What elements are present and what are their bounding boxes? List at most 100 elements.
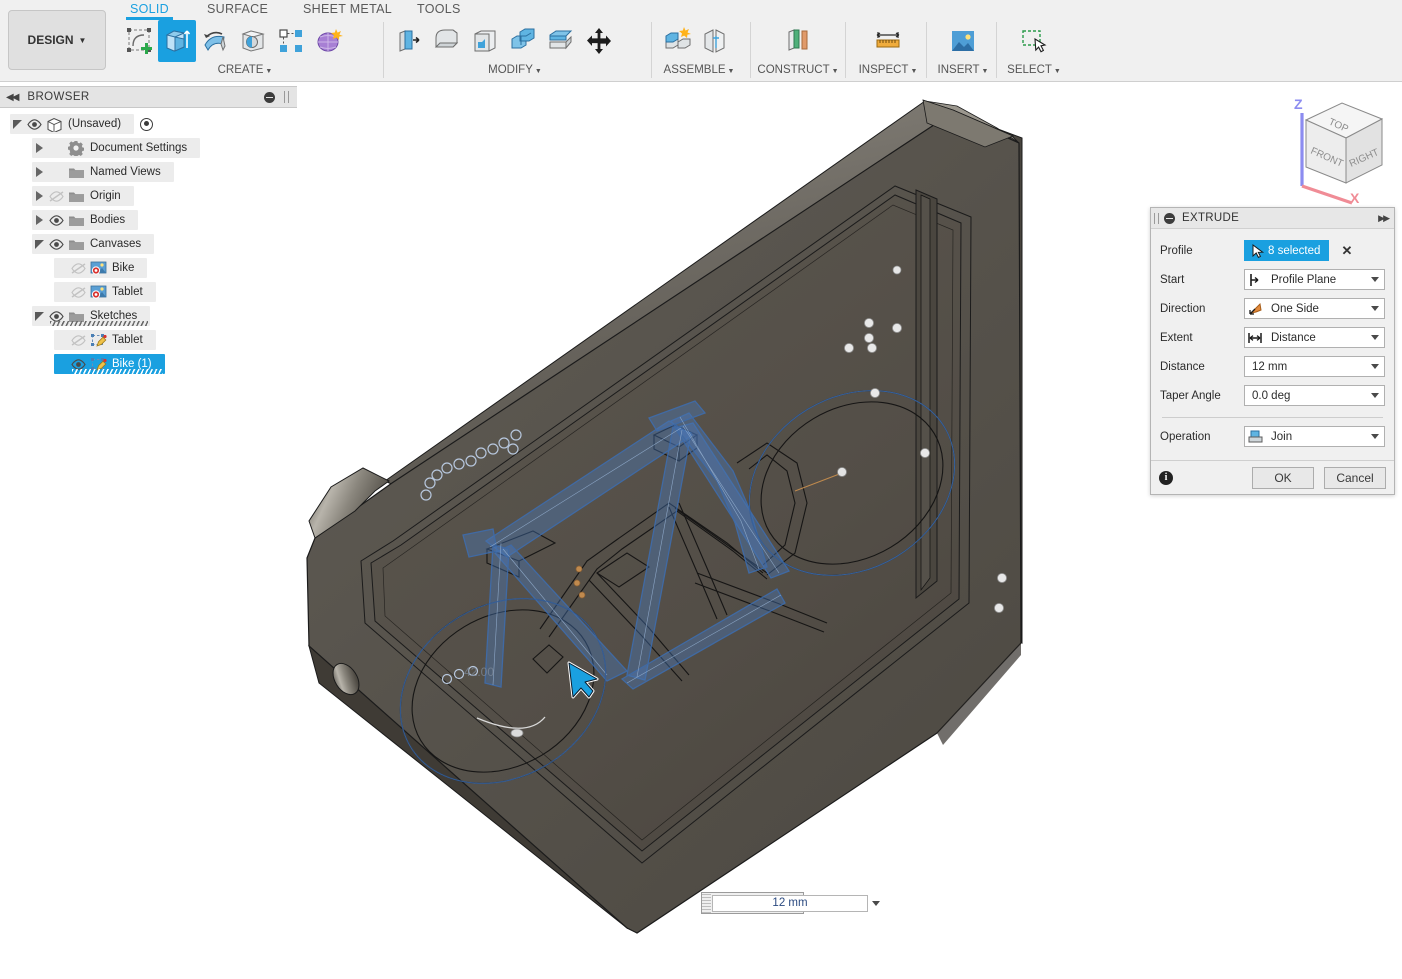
collapse-left-icon[interactable]: ◀◀	[6, 92, 19, 103]
browser-row-sketches: Sketches	[0, 304, 297, 328]
toolbar-group-assemble-label[interactable]: ASSEMBLE ▼	[658, 64, 740, 76]
visibility-eye-off-icon[interactable]	[68, 282, 88, 302]
measure-icon[interactable]	[869, 20, 907, 62]
visibility-eye-off-icon[interactable]	[68, 258, 88, 278]
dimension-handle	[510, 728, 524, 738]
browser-item-canvases[interactable]: Canvases	[32, 234, 155, 254]
select-arrow-icon	[1248, 243, 1268, 258]
browser-item-sketches[interactable]: Sketches	[32, 306, 151, 326]
visibility-eye-icon[interactable]	[46, 210, 66, 230]
toolbar-group-create-label[interactable]: CREATE ▼	[120, 64, 370, 76]
taper-angle-value: 0.0 deg	[1252, 389, 1291, 402]
create-sketch-icon[interactable]	[120, 20, 158, 62]
tab-sheet-metal[interactable]: SHEET METAL	[303, 2, 392, 16]
clear-x-icon[interactable]: ✕	[1341, 243, 1352, 259]
canvas-distance-input-group[interactable]	[701, 892, 868, 914]
toolbar-group-create: CREATE ▼	[120, 20, 370, 80]
minimize-icon[interactable]	[1164, 212, 1175, 224]
field-row-taper-angle: Taper Angle 0.0 deg	[1160, 381, 1385, 410]
combine-icon[interactable]	[504, 20, 542, 62]
drag-grip-icon[interactable]	[702, 893, 711, 913]
toolbar-group-select-label[interactable]: SELECT ▼	[1003, 64, 1065, 76]
expand-arrow-open-icon[interactable]	[10, 114, 24, 134]
extrude-icon[interactable]	[158, 20, 196, 62]
browser-row-sketch-tablet: Tablet	[0, 328, 297, 352]
tab-tools[interactable]: TOOLS	[417, 2, 461, 16]
expand-arrow-closed-icon[interactable]	[32, 186, 46, 206]
active-component-radio[interactable]	[140, 117, 154, 131]
toolbar-group-modify-label[interactable]: MODIFY ▼	[390, 64, 640, 76]
drag-grip-icon[interactable]	[1154, 212, 1159, 224]
browser-item-origin[interactable]: Origin	[32, 186, 134, 206]
start-combo[interactable]: Profile Plane	[1244, 269, 1385, 290]
new-component-icon[interactable]	[658, 20, 696, 62]
select-cursor-icon[interactable]	[1015, 20, 1053, 62]
workspace-switcher-button[interactable]: DESIGN ▼	[8, 10, 106, 70]
fillet-icon[interactable]	[428, 20, 466, 62]
pattern-icon[interactable]	[272, 20, 310, 62]
toolbar-divider	[383, 22, 384, 78]
expand-arrow-closed-icon[interactable]	[32, 210, 46, 230]
resize-grip-icon[interactable]	[284, 91, 289, 103]
sweep-icon[interactable]	[234, 20, 272, 62]
extrude-dialog[interactable]: EXTRUDE ▶▶ Profile 8 selected ✕ Start Pr…	[1150, 207, 1395, 495]
browser-item-sketch-bike[interactable]: Bike (1)	[54, 354, 165, 374]
start-value: Profile Plane	[1271, 273, 1337, 286]
expand-arrow-closed-icon[interactable]	[32, 138, 46, 158]
tab-surface[interactable]: SURFACE	[207, 2, 268, 16]
ok-button[interactable]: OK	[1252, 466, 1314, 489]
browser-item-sketch-tablet[interactable]: Tablet	[54, 330, 156, 350]
label-operation: Operation	[1160, 430, 1211, 443]
cancel-button[interactable]: Cancel	[1324, 466, 1386, 489]
browser-item-named-views[interactable]: Named Views	[32, 162, 174, 182]
insert-canvas-icon[interactable]	[944, 20, 982, 62]
toolbar-group-inspect-label[interactable]: INSPECT ▼	[852, 64, 924, 76]
browser-item-label: Canvases	[90, 238, 142, 250]
move-copy-icon[interactable]	[580, 20, 618, 62]
browser-item-document-settings[interactable]: Document Settings	[32, 138, 201, 158]
offset-plane-icon[interactable]	[779, 20, 817, 62]
chevron-down-icon[interactable]	[869, 901, 883, 906]
expand-right-icon[interactable]: ▶▶	[1378, 213, 1390, 224]
browser-item-canvas-tablet[interactable]: Tablet	[54, 282, 156, 302]
revolve-icon[interactable]	[196, 20, 234, 62]
split-face-icon[interactable]	[542, 20, 580, 62]
browser-row-canvas-tablet: Tablet	[0, 280, 297, 304]
browser-item-bodies[interactable]: Bodies	[32, 210, 139, 230]
visibility-eye-off-icon[interactable]	[68, 330, 88, 350]
operation-value: Join	[1271, 430, 1293, 443]
minimize-icon[interactable]	[264, 91, 275, 103]
shell-icon[interactable]	[466, 20, 504, 62]
visibility-eye-icon[interactable]	[46, 234, 66, 254]
chevron-down-icon	[1371, 434, 1379, 439]
expand-arrow-open-icon[interactable]	[32, 234, 46, 254]
canvas-distance-input[interactable]	[712, 894, 868, 912]
group-create-text: CREATE	[217, 64, 264, 76]
toolbar-group-insert-label[interactable]: INSERT ▼	[933, 64, 993, 76]
visibility-eye-off-icon[interactable]	[46, 186, 66, 206]
tab-solid[interactable]: SOLID	[126, 2, 174, 20]
browser-item-canvas-bike[interactable]: Bike	[54, 258, 148, 278]
expand-arrow-closed-icon[interactable]	[32, 162, 46, 182]
visibility-eye-icon[interactable]	[68, 354, 88, 374]
toolbar-group-select: SELECT ▼	[1003, 20, 1065, 80]
toolbar-group-construct-label[interactable]: CONSTRUCT ▼	[757, 64, 839, 76]
form-icon[interactable]	[310, 20, 348, 62]
visibility-eye-icon[interactable]	[46, 306, 66, 326]
browser-row-canvases: Canvases	[0, 232, 297, 256]
distance-input[interactable]: 12 mm	[1244, 356, 1385, 377]
browser-item-root[interactable]: (Unsaved)	[10, 114, 135, 134]
info-icon[interactable]: i	[1159, 470, 1173, 485]
press-pull-icon[interactable]	[390, 20, 428, 62]
profile-selection-badge[interactable]: 8 selected	[1244, 240, 1330, 261]
extrude-dialog-header[interactable]: EXTRUDE ▶▶	[1151, 208, 1394, 229]
visibility-eye-icon[interactable]	[24, 114, 44, 134]
extent-combo[interactable]: Distance	[1244, 327, 1385, 348]
extrude-dialog-title: EXTRUDE	[1182, 212, 1240, 224]
direction-combo[interactable]: One Side	[1244, 298, 1385, 319]
operation-combo[interactable]: Join	[1244, 426, 1385, 447]
view-cube[interactable]: Z X TOP FRONT RIGHT	[1280, 91, 1400, 206]
expand-arrow-open-icon[interactable]	[32, 306, 46, 326]
joint-icon[interactable]	[696, 20, 734, 62]
taper-angle-input[interactable]: 0.0 deg	[1244, 385, 1385, 406]
